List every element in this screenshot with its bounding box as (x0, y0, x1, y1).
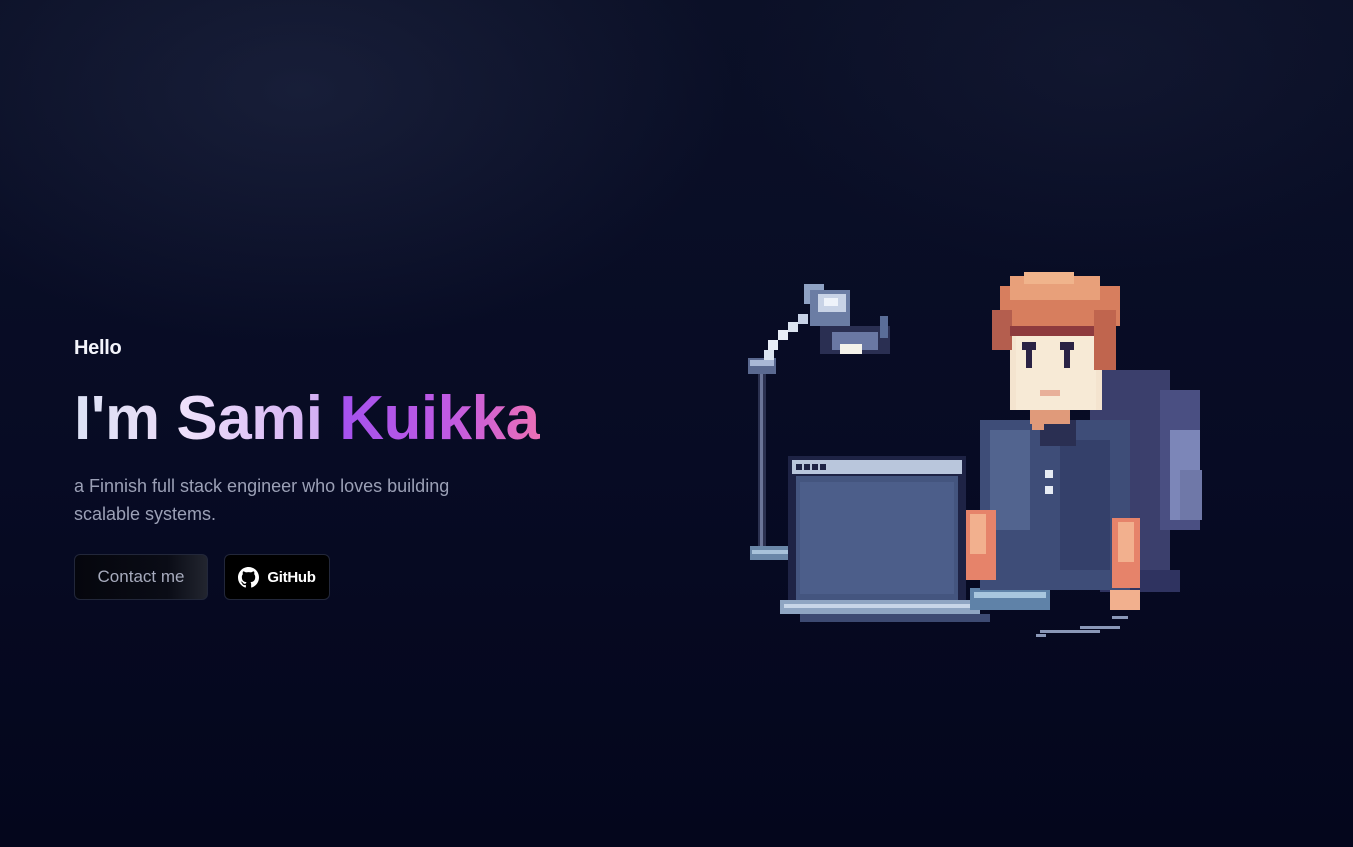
contact-me-button[interactable]: Contact me (74, 554, 208, 600)
hero-title: I'm Sami Kuikka (74, 384, 634, 454)
github-label: GitHub (267, 568, 316, 586)
github-button[interactable]: GitHub (224, 554, 330, 600)
hero-section: Hello I'm Sami Kuikka a Finnish full sta… (0, 0, 1353, 847)
hero-actions: Contact me GitHub (74, 554, 634, 600)
hero-tagline: a Finnish full stack engineer who loves … (74, 476, 450, 524)
hero-intro: Hello I'm Sami Kuikka a Finnish full sta… (74, 334, 634, 600)
title-last-name: Kuikka (339, 384, 540, 453)
title-lead: I'm (74, 384, 160, 453)
github-icon (238, 566, 260, 588)
person-icon (966, 272, 1140, 610)
pixel-art-developer-illustration (740, 270, 1220, 665)
title-first-name: Sami (176, 384, 323, 453)
contact-me-label: Contact me (97, 567, 185, 586)
greeting-text: Hello (74, 337, 122, 359)
cable-icon (1036, 616, 1128, 637)
